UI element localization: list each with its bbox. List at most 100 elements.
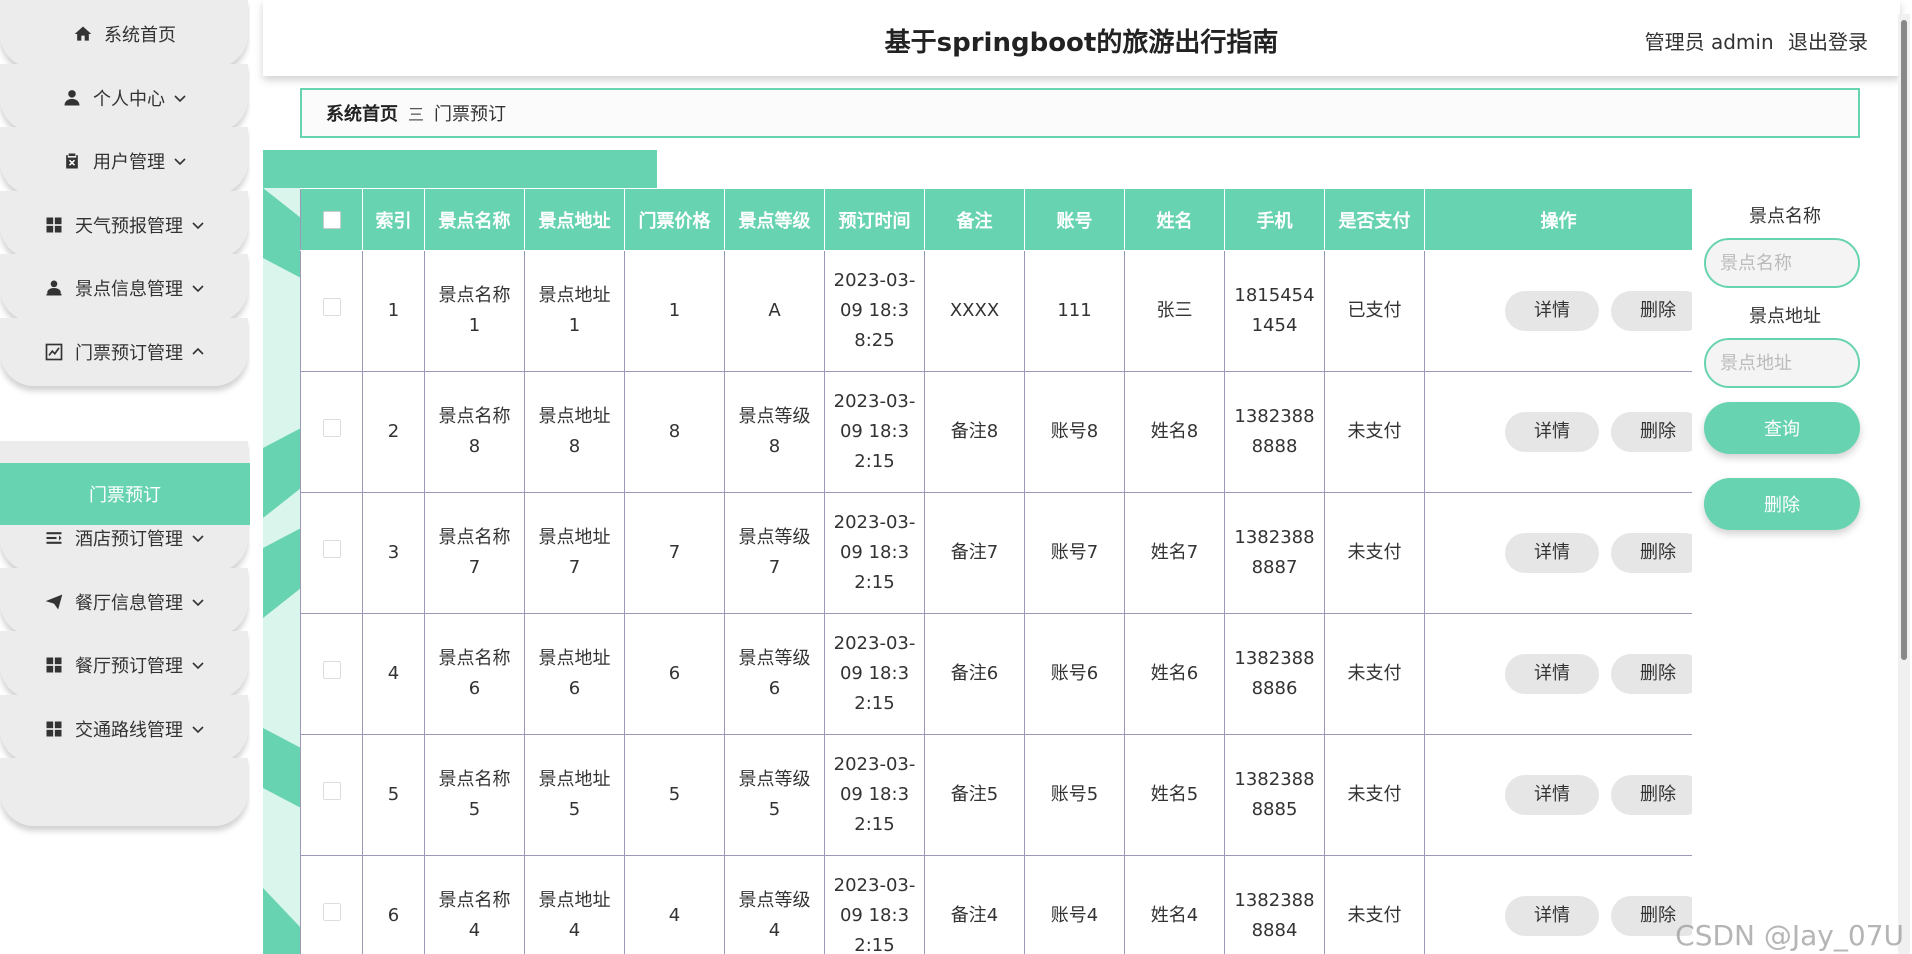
sidebar-item-3[interactable]: 用户管理 [0,127,248,195]
breadcrumb-home[interactable]: 系统首页 [326,100,398,126]
cell-time: 2023-03-09 18:32:15 [824,734,925,856]
row-checkbox[interactable] [322,298,341,316]
sidebar-item-label: 系统首页 [104,25,176,46]
cell-person: 姓名7 [1124,492,1225,614]
page-scrollbar[interactable] [1898,14,1910,954]
cell-name: 景点名称4 [424,855,525,954]
cell-person: 姓名6 [1124,613,1225,735]
table-row: 2 景点名称8 景点地址8 8 景点等级8 2023-03-09 18:32:15 备注8 账… [300,371,1692,493]
column-header: 备注 [924,188,1025,251]
row-actions: 详情 删除 [1424,492,1692,614]
breadcrumb-separator-icon: 三 [408,105,425,124]
row-checkbox[interactable] [322,661,341,679]
detail-button[interactable]: 详情 [1505,775,1599,815]
column-header: 姓名 [1124,188,1225,251]
sidebar-item-label: 天气预报管理 [75,216,183,237]
cell-remark: 备注5 [924,734,1025,856]
user-label: 管理员 admin [1644,30,1774,54]
delete-button[interactable]: 删除 [1611,533,1692,573]
row-select-cell [300,250,363,372]
scrollbar-thumb[interactable] [1901,20,1907,660]
cell-price: 4 [624,855,725,954]
header: 基于springboot的旅游出行指南 管理员 admin 退出登录 [263,0,1900,76]
chevron-down-icon [173,154,187,168]
detail-button[interactable]: 详情 [1505,412,1599,452]
column-header: 景点等级 [724,188,825,251]
sidebar-item-label: 酒店预订管理 [75,529,183,550]
sidebar-item-label: 餐厅信息管理 [75,593,183,614]
sidebar-item-9[interactable]: 餐厅信息管理 [0,568,248,636]
chevron-down-icon [191,595,205,609]
delete-button[interactable]: 删除 [1611,291,1692,331]
detail-button[interactable]: 详情 [1505,654,1599,694]
cell-remark: 备注8 [924,371,1025,493]
sidebar-item-11[interactable]: 交通路线管理 [0,695,248,763]
detail-button[interactable]: 详情 [1505,896,1599,936]
delete-button[interactable]: 删除 [1611,412,1692,452]
table-row: 1 景点名称1 景点地址1 1 A 2023-03-09 18:38:25 XXXX 111 张… [300,250,1692,372]
chart-icon [43,341,65,363]
cell-address: 景点地址6 [524,613,625,735]
search-address-label: 景点地址 [1749,306,1821,327]
row-select-cell [300,371,363,493]
cell-account: 账号5 [1024,734,1125,856]
batch-delete-button[interactable]: 删除 [1704,478,1860,530]
cell-person: 姓名8 [1124,371,1225,493]
decorative-background [263,188,301,954]
search-panel: 景点名称 景点地址 查询 删除 [1700,188,1870,530]
cell-paid: 已支付 [1324,250,1425,372]
delete-button[interactable]: 删除 [1611,775,1692,815]
cell-price: 1 [624,250,725,372]
chevron-down-icon [173,91,187,105]
cell-level: 景点等级6 [724,613,825,735]
search-address-input[interactable] [1704,338,1860,388]
cell-level: 景点等级4 [724,855,825,954]
sidebar-item-more[interactable] [0,758,248,826]
sidebar-subitem-ticket-booking[interactable]: 门票预订 [0,463,250,525]
cell-time: 2023-03-09 18:32:15 [824,492,925,614]
sidebar-item-6[interactable]: 门票预订管理 [0,318,248,386]
cell-address: 景点地址8 [524,371,625,493]
cell-phone: 18154541454 [1224,250,1325,372]
logout-link[interactable]: 退出登录 [1788,30,1868,54]
row-checkbox[interactable] [322,903,341,921]
detail-button[interactable]: 详情 [1505,533,1599,573]
sidebar-item-5[interactable]: 景点信息管理 [0,254,248,322]
sidebar-item-2[interactable]: 个人中心 [0,64,248,132]
row-checkbox[interactable] [322,419,341,437]
send-icon [43,591,65,613]
row-checkbox[interactable] [322,540,341,558]
detail-button[interactable]: 详情 [1505,291,1599,331]
sidebar-item-10[interactable]: 餐厅预订管理 [0,631,248,699]
cell-address: 景点地址7 [524,492,625,614]
clipboard-icon [61,150,83,172]
cell-phone: 13823888887 [1224,492,1325,614]
cell-account: 账号8 [1024,371,1125,493]
chevron-down-icon [191,658,205,672]
delete-button[interactable]: 删除 [1611,654,1692,694]
row-checkbox[interactable] [322,782,341,800]
sidebar-item-label: 景点信息管理 [75,279,183,300]
select-all-checkbox[interactable] [322,211,341,229]
grid-icon [43,718,65,740]
cell-address: 景点地址4 [524,855,625,954]
cell-address: 景点地址5 [524,734,625,856]
sidebar-item-1[interactable]: 系统首页 [0,0,248,68]
decorative-tab [263,150,657,188]
search-name-input[interactable] [1704,238,1860,288]
cell-name: 景点名称1 [424,250,525,372]
chevron-down-icon [191,218,205,232]
cell-time: 2023-03-09 18:32:15 [824,613,925,735]
cell-index: 2 [362,371,425,493]
user-icon [61,87,83,109]
search-name-label: 景点名称 [1749,206,1821,227]
cell-phone: 13823888886 [1224,613,1325,735]
cell-account: 账号7 [1024,492,1125,614]
breadcrumb-current: 门票预订 [434,104,507,125]
cell-index: 3 [362,492,425,614]
cell-name: 景点名称7 [424,492,525,614]
sidebar-item-4[interactable]: 天气预报管理 [0,191,248,259]
table-header-row: 索引 景点名称 景点地址 门票价格 景点等级 预订时间 备注 账号 姓名 手机 是否支付 操作 [300,188,1692,251]
table-row: 6 景点名称4 景点地址4 4 景点等级4 2023-03-09 18:32:15 备注4 账… [300,855,1692,954]
query-button[interactable]: 查询 [1704,402,1860,454]
